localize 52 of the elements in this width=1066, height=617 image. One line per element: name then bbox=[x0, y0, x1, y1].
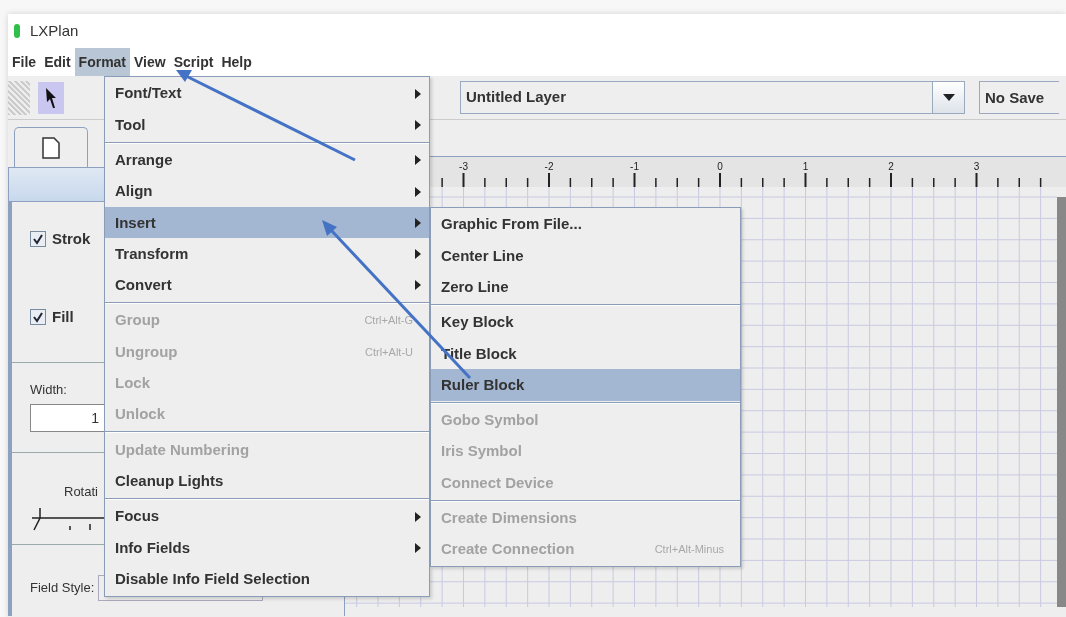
menu-item[interactable]: Ruler Block bbox=[431, 369, 740, 401]
checkbox[interactable] bbox=[30, 309, 46, 325]
menu-item[interactable]: Zero Line bbox=[431, 271, 740, 303]
menu-item[interactable]: Cleanup Lights bbox=[105, 465, 429, 497]
shortcut-label: Ctrl+Alt-U bbox=[365, 344, 413, 360]
document-icon bbox=[42, 136, 60, 159]
menu-item[interactable]: Transform bbox=[105, 238, 429, 270]
layer-dropdown[interactable]: Untitled Layer bbox=[460, 81, 965, 114]
saved-view-dropdown[interactable]: No Save bbox=[979, 81, 1059, 114]
ruler-label: -3 bbox=[459, 161, 468, 172]
select-tool-button[interactable] bbox=[38, 81, 64, 114]
menu-item[interactable]: Script bbox=[169, 48, 218, 76]
toolbar-grip[interactable] bbox=[8, 80, 30, 115]
width-label: Width: bbox=[30, 382, 67, 397]
menu-item[interactable]: Tool bbox=[105, 109, 429, 141]
menu-item[interactable]: Convert bbox=[105, 269, 429, 302]
menu-item[interactable]: Info Fields bbox=[105, 532, 429, 564]
ruler-label: 3 bbox=[973, 161, 980, 172]
menu-item[interactable]: Align bbox=[105, 175, 429, 208]
menu-item[interactable]: Disable Info Field Selection bbox=[105, 563, 429, 595]
menu-item[interactable]: Arrange bbox=[105, 144, 429, 176]
menu-item[interactable]: Center Line bbox=[431, 240, 740, 272]
menu-item[interactable]: Graphic From File... bbox=[431, 209, 740, 241]
menu-item[interactable]: View bbox=[130, 48, 170, 76]
menu-item[interactable]: Help bbox=[217, 48, 256, 76]
app-icon bbox=[14, 24, 20, 38]
checkbox-label: Strok bbox=[52, 228, 91, 249]
menu-item[interactable]: Focus bbox=[105, 500, 429, 533]
dropdown-arrow-icon bbox=[942, 94, 955, 101]
menu-item[interactable]: Key Block bbox=[431, 306, 740, 339]
menu-item[interactable]: Font/Text bbox=[105, 78, 429, 110]
ruler-label: -1 bbox=[630, 161, 639, 172]
checkbox[interactable] bbox=[30, 231, 46, 247]
checkbox-label: Fill bbox=[52, 306, 74, 327]
ruler-label: 0 bbox=[717, 161, 723, 172]
menu-item[interactable]: File bbox=[8, 48, 41, 76]
scrollbar[interactable] bbox=[1057, 197, 1066, 607]
shortcut-label: Ctrl+Alt-G bbox=[364, 313, 413, 329]
pointer-icon bbox=[44, 85, 58, 110]
ruler-label: 2 bbox=[888, 161, 894, 172]
menu-item[interactable]: Edit bbox=[40, 48, 75, 76]
document-tab[interactable] bbox=[14, 127, 88, 167]
width-spinner[interactable]: 1 bbox=[30, 404, 105, 432]
ruler-label: 1 bbox=[802, 161, 809, 172]
rotation-label: Rotati bbox=[64, 484, 98, 499]
window-title: LXPlan bbox=[30, 20, 79, 41]
shortcut-label: Ctrl+Alt-Minus bbox=[654, 542, 724, 558]
field-style-label: Field Style: bbox=[30, 579, 95, 598]
menu-item[interactable]: Insert bbox=[105, 207, 429, 239]
ruler-label: -2 bbox=[544, 161, 554, 172]
menu-item[interactable]: Format bbox=[74, 48, 131, 76]
layer-name: Untitled Layer bbox=[465, 87, 568, 108]
